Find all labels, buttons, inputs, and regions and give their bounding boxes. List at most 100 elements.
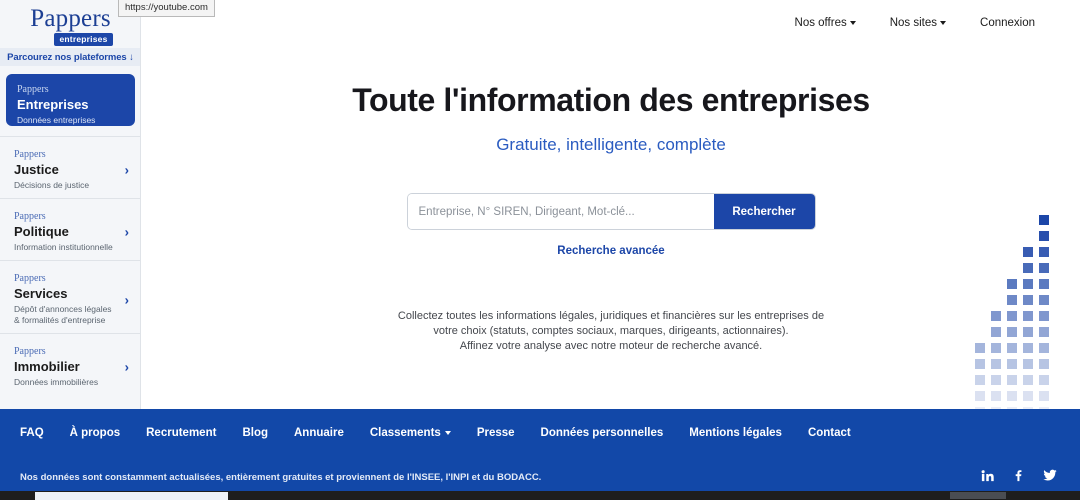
- sidebar-item-services[interactable]: Pappers Services Dépôt d'annonces légale…: [0, 260, 140, 338]
- sidebar-item-justice[interactable]: Pappers Justice Décisions de justice ›: [0, 136, 140, 203]
- dot-grid-cell: [1007, 295, 1017, 305]
- dot-grid-cell: [1007, 311, 1017, 321]
- sidebar-item-sub: Dépôt d'annonces légales & formalités d'…: [14, 304, 112, 325]
- dot-grid-cell: [991, 295, 1001, 305]
- nav-item-nos-offres[interactable]: Nos offres: [795, 17, 856, 29]
- sidebar-item-title: Services: [14, 286, 68, 301]
- chevron-down-icon: [444, 431, 451, 435]
- dot-grid-cell: [1023, 359, 1033, 369]
- dot-grid-cell: [1007, 215, 1017, 225]
- chevron-down-icon: [940, 21, 947, 25]
- dot-grid-cell: [991, 327, 1001, 337]
- dot-grid-cell: [1039, 375, 1049, 385]
- dot-grid-cell: [1039, 295, 1049, 305]
- page-root: Pappers entreprises Parcourez nos platef…: [0, 0, 1080, 500]
- horizontal-scrollbar[interactable]: [0, 491, 1080, 500]
- dot-grid-cell: [1007, 231, 1017, 241]
- page-title: Toute l'information des entreprises: [352, 82, 870, 118]
- dot-grid-cell: [1007, 375, 1017, 385]
- chevron-down-icon: [849, 21, 856, 25]
- dot-grid-cell: [1023, 391, 1033, 401]
- dot-grid-cell: [991, 215, 1001, 225]
- sidebar-item-sub: Information institutionnelle: [14, 242, 113, 252]
- dot-grid-cell: [975, 279, 985, 289]
- browse-platforms-label: Parcourez nos plateformes ↓: [7, 51, 134, 63]
- sidebar-item-sub: Décisions de justice: [14, 180, 90, 190]
- footer-link-faq[interactable]: FAQ: [20, 427, 44, 439]
- dot-grid-cell: [975, 391, 985, 401]
- dot-grid-cell: [1039, 279, 1049, 289]
- linkedin-icon[interactable]: [980, 468, 995, 483]
- footer-link-donn-es-personnelles[interactable]: Données personnelles: [541, 427, 664, 439]
- dot-grid-cell: [1007, 359, 1017, 369]
- search-button[interactable]: Rechercher: [713, 194, 815, 229]
- top-navigation: Nos offres Nos sites Connexion: [142, 0, 1080, 46]
- footer-link-classements[interactable]: Classements: [370, 427, 451, 439]
- dot-grid-cell: [1039, 343, 1049, 353]
- sidebar-item-eyebrow: Pappers: [17, 84, 49, 95]
- intro-line-1: Collectez toutes les informations légale…: [397, 310, 825, 322]
- sidebar-item-sub: Données entreprises: [17, 115, 96, 125]
- dot-grid-cell: [1023, 327, 1033, 337]
- footer-link-recrutement[interactable]: Recrutement: [146, 427, 216, 439]
- dot-grid-cell: [1007, 327, 1017, 337]
- sidebar-item-eyebrow: Pappers: [14, 346, 46, 357]
- main-content: Toute l'information des entreprises Grat…: [142, 46, 1080, 409]
- dot-grid-cell: [975, 215, 985, 225]
- dot-grid-cell: [1039, 359, 1049, 369]
- social-links: [980, 467, 1058, 483]
- chevron-right-icon: ›: [124, 162, 129, 178]
- sidebar-item-politique[interactable]: Pappers Politique Information institutio…: [0, 198, 140, 265]
- down-arrow-icon: ↓: [129, 51, 134, 63]
- dot-grid-cell: [1007, 263, 1017, 273]
- sidebar-item-title: Politique: [14, 224, 69, 239]
- dot-grid-cell: [1039, 391, 1049, 401]
- dot-grid-cell: [975, 247, 985, 257]
- logo-badge: entreprises: [54, 32, 113, 46]
- footer-link-contact[interactable]: Contact: [808, 427, 851, 439]
- sidebar-item-eyebrow: Pappers: [14, 149, 46, 160]
- intro-paragraph: Collectez toutes les informations légale…: [142, 309, 1080, 354]
- dot-grid-cell: [1023, 263, 1033, 273]
- footer-link-propos[interactable]: À propos: [70, 427, 120, 439]
- search-input[interactable]: [407, 194, 714, 229]
- dot-grid-cell: [1023, 343, 1033, 353]
- dot-grid-cell: [1023, 295, 1033, 305]
- dot-grid-cell: [975, 343, 985, 353]
- chevron-right-icon: ›: [124, 292, 129, 307]
- dot-grid-cell: [991, 263, 1001, 273]
- footer-link-blog[interactable]: Blog: [242, 427, 268, 439]
- chevron-right-icon: ›: [124, 224, 129, 240]
- platform-sidebar: Pappers entreprises Parcourez nos platef…: [0, 0, 141, 409]
- sidebar-item-eyebrow: Pappers: [14, 211, 46, 222]
- twitter-icon[interactable]: [1042, 467, 1058, 483]
- nav-item-nos-sites[interactable]: Nos sites: [890, 17, 947, 29]
- dot-grid-cell: [1023, 375, 1033, 385]
- dot-grid-cell: [1023, 247, 1033, 257]
- sidebar-item-immobilier[interactable]: Pappers Immobilier Données immobilières …: [0, 333, 140, 400]
- dot-grid-cell: [1007, 279, 1017, 289]
- browse-platforms-bar[interactable]: Parcourez nos plateformes ↓: [0, 48, 140, 66]
- dot-grid-cell: [1039, 215, 1049, 225]
- sidebar-item-sub: Données immobilières: [14, 377, 99, 387]
- intro-line-3: Affinez votre analyse avec notre moteur …: [459, 340, 763, 352]
- dot-grid-cell: [975, 263, 985, 273]
- dot-grid-cell: [975, 375, 985, 385]
- footer-link-annuaire[interactable]: Annuaire: [294, 427, 344, 439]
- facebook-icon[interactable]: [1011, 468, 1026, 483]
- advanced-search-link[interactable]: Recherche avancée: [142, 245, 1080, 257]
- sidebar-item-entreprises[interactable]: Pappers Entreprises Données entreprises: [6, 74, 135, 126]
- dot-grid-cell: [991, 231, 1001, 241]
- nav-item-connexion[interactable]: Connexion: [980, 17, 1035, 29]
- scrollbar-thumb[interactable]: [35, 492, 228, 500]
- chevron-right-icon: ›: [124, 359, 129, 375]
- footer-note: Nos données sont constamment actualisées…: [20, 472, 542, 483]
- footer-link-mentions-l-gales[interactable]: Mentions légales: [689, 427, 782, 439]
- page-subtitle: Gratuite, intelligente, complète: [496, 135, 726, 154]
- dot-grid-cell: [1007, 247, 1017, 257]
- dot-grid-cell: [991, 311, 1001, 321]
- sidebar-item-title: Justice: [14, 162, 59, 177]
- footer-link-presse[interactable]: Presse: [477, 427, 515, 439]
- dot-grid-cell: [1023, 279, 1033, 289]
- dot-grid-cell: [975, 231, 985, 241]
